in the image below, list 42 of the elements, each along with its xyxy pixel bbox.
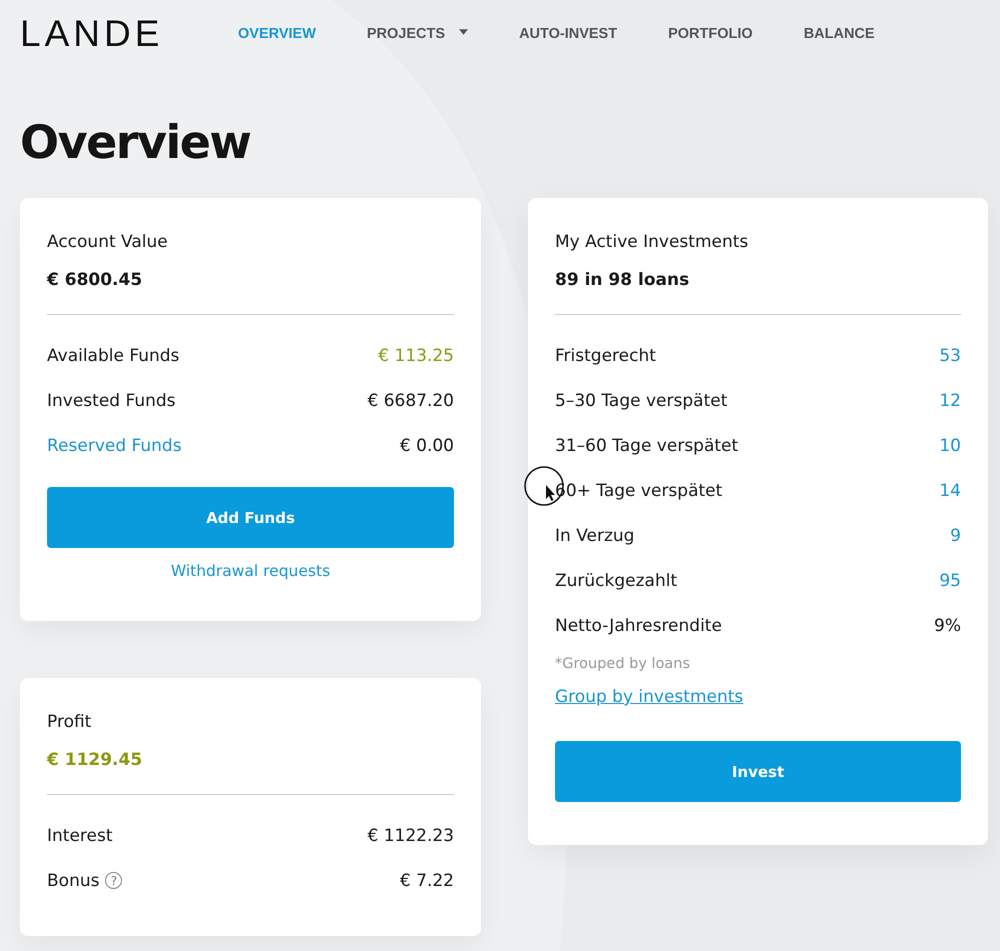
row-label: Bonus — [47, 870, 100, 890]
card-title: Account Value — [47, 232, 169, 254]
count-link[interactable]: 10 — [939, 436, 961, 456]
card-title: Profit — [47, 712, 92, 734]
count-link[interactable]: 53 — [939, 346, 961, 366]
count-link[interactable]: 95 — [939, 570, 961, 590]
row-label: 5–30 Tage verspätet — [555, 390, 728, 410]
row-label: Available Funds — [47, 346, 180, 366]
account-value: € 6800.45 — [47, 270, 144, 292]
nav-tab[interactable]: BALANCE — [804, 26, 875, 42]
row-label: Fristgerecht — [555, 346, 656, 366]
funds-link[interactable]: Reserved Funds — [47, 436, 182, 456]
card-title: My Active Investments — [555, 232, 750, 254]
row-value: € 6687.20 — [367, 390, 454, 410]
group-link[interactable]: Group by investments — [555, 687, 744, 707]
row-label: Invested Funds — [47, 390, 176, 410]
row-value: € 113.25 — [378, 346, 454, 366]
count-link[interactable]: 12 — [939, 390, 961, 410]
row-value: € 1122.23 — [367, 826, 454, 846]
nav-tab[interactable]: OVERVIEW — [238, 26, 316, 42]
profit-value: € 1129.45 — [47, 750, 144, 772]
count-link[interactable]: 14 — [939, 480, 961, 500]
row-label: In Verzug — [555, 526, 634, 546]
row-label: Netto-Jahresrendite — [555, 616, 722, 636]
page-title: Overview — [20, 114, 252, 170]
count-link[interactable]: 9 — [950, 526, 961, 546]
withdrawal-link[interactable]: Withdrawal requests — [170, 562, 330, 580]
nav-tab[interactable]: PROJECTS — [366, 26, 468, 42]
row-label: 31–60 Tage verspätet — [555, 436, 738, 456]
logo[interactable]: LANDE — [20, 13, 220, 55]
row-label: Zurückgezahlt — [555, 570, 678, 590]
investments-value: 89 in 98 loans — [555, 270, 690, 292]
note-text: *Grouped by loans — [555, 656, 692, 672]
nav-tab[interactable]: AUTO-INVEST — [519, 26, 618, 42]
invest-button[interactable]: Invest — [555, 741, 961, 802]
add-funds-button[interactable]: Add Funds — [47, 487, 454, 548]
row-value: € 0.00 — [400, 436, 454, 456]
help-icon[interactable]: ? — [105, 872, 122, 889]
row-value: 9% — [934, 616, 961, 636]
row-label: Interest — [47, 826, 113, 846]
nav-tab[interactable]: PORTFOLIO — [668, 26, 753, 42]
row-value: € 7.22 — [400, 870, 454, 890]
